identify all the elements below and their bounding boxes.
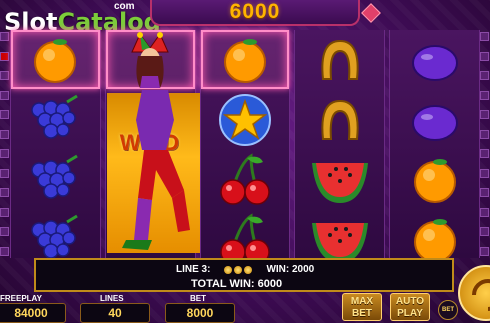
top-win-banner: 6000 bbox=[150, 0, 360, 26]
payline-tick bbox=[480, 71, 489, 81]
payline-tick bbox=[480, 149, 489, 159]
top-win-value: 6000 bbox=[229, 0, 281, 23]
payline-tick bbox=[480, 110, 489, 120]
payline-tick bbox=[480, 51, 489, 61]
auto-play-label-bottom: PLAY bbox=[397, 308, 423, 319]
left-payline-indicators bbox=[0, 32, 10, 256]
payline-tick bbox=[0, 227, 9, 237]
reel-cell-horseshoe bbox=[295, 30, 384, 89]
reel-cell-orange-highlighted bbox=[200, 30, 290, 89]
reel-cell-cherries bbox=[201, 150, 290, 209]
jester-figure-icon bbox=[121, 90, 190, 250]
reel-cell-plum bbox=[390, 90, 479, 149]
lines-selector[interactable]: 40 bbox=[80, 303, 150, 323]
reel-3 bbox=[199, 30, 291, 265]
line-win-amount: WIN: 2000 bbox=[266, 264, 315, 275]
payline-tick bbox=[0, 129, 9, 139]
line-win-row: LINE 3: WIN: 2000 bbox=[176, 264, 314, 275]
max-bet-label-bottom: BET bbox=[352, 308, 372, 319]
reel-cell-grapes bbox=[11, 150, 100, 209]
payline-tick bbox=[0, 246, 9, 256]
grapes-icon bbox=[31, 94, 79, 139]
coin-icon bbox=[244, 265, 253, 274]
payline-tick bbox=[480, 227, 489, 237]
horseshoe-icon bbox=[321, 39, 359, 80]
payline-tick bbox=[480, 188, 489, 198]
reel-cell-orange-highlighted bbox=[11, 30, 100, 89]
reel-area: WILD bbox=[10, 30, 480, 265]
grapes-icon bbox=[31, 154, 79, 199]
max-bet-label-top: MAX bbox=[350, 296, 374, 307]
bet-circle-button[interactable]: BET bbox=[438, 300, 458, 320]
line-label: LINE 3: bbox=[176, 264, 211, 275]
auto-play-label-top: AUTO bbox=[395, 296, 425, 307]
payline-tick bbox=[480, 207, 489, 217]
payline-tick bbox=[480, 129, 489, 139]
reel-cell-watermelon bbox=[295, 150, 384, 209]
cherries-icon bbox=[220, 152, 270, 205]
orange-icon bbox=[413, 158, 456, 203]
spin-arrow-icon bbox=[472, 279, 490, 311]
coin-icon bbox=[224, 265, 233, 274]
payline-tick-active bbox=[0, 51, 9, 61]
payline-tick bbox=[0, 32, 9, 41]
payline-tick bbox=[0, 188, 9, 198]
coin-icon bbox=[234, 265, 243, 274]
payline-tick bbox=[480, 168, 489, 178]
reel-4 bbox=[294, 30, 386, 263]
coin-icons bbox=[224, 265, 253, 274]
plum-icon bbox=[411, 44, 458, 81]
freeplay-balance: 84000 bbox=[0, 303, 66, 323]
payline-tick bbox=[0, 71, 9, 81]
watermelon-icon bbox=[311, 162, 368, 203]
total-win: TOTAL WIN: 6000 bbox=[191, 278, 283, 290]
auto-play-button[interactable]: AUTO PLAY bbox=[390, 293, 430, 321]
orange-icon bbox=[34, 38, 77, 83]
reel-cell-plum bbox=[390, 30, 479, 89]
lines-label: LINES bbox=[100, 294, 124, 303]
reel-5 bbox=[389, 30, 480, 263]
bet-label: BET bbox=[190, 294, 206, 303]
reel-cell-orange bbox=[390, 150, 479, 209]
max-bet-button[interactable]: MAX BET bbox=[342, 293, 382, 321]
payline-tick bbox=[480, 32, 489, 41]
star-icon bbox=[218, 93, 271, 146]
reel-cell-jester-highlighted bbox=[105, 30, 195, 89]
payline-tick bbox=[0, 90, 9, 100]
freeplay-label: FREEPLAY bbox=[0, 294, 42, 303]
payline-tick bbox=[480, 90, 489, 100]
payline-tick bbox=[480, 246, 489, 256]
reel-cell-star bbox=[201, 90, 290, 149]
watermelon-icon bbox=[311, 222, 368, 263]
logo-com-text: com bbox=[114, 1, 135, 12]
orange-icon bbox=[413, 218, 456, 263]
payline-tick bbox=[0, 110, 9, 120]
jester-wild-icon bbox=[131, 31, 169, 88]
horseshoe-icon bbox=[321, 99, 359, 140]
reel-cell-horseshoe bbox=[295, 90, 384, 149]
win-info-panel: LINE 3: WIN: 2000 TOTAL WIN: 6000 bbox=[34, 258, 454, 292]
payline-tick bbox=[0, 168, 9, 178]
plum-icon bbox=[411, 104, 458, 141]
bet-selector[interactable]: 8000 bbox=[165, 303, 235, 323]
payline-tick bbox=[0, 207, 9, 217]
right-payline-indicators bbox=[480, 32, 490, 256]
reel-2: WILD bbox=[104, 30, 201, 258]
orange-icon bbox=[223, 38, 266, 83]
reel-1 bbox=[10, 30, 101, 259]
spin-button[interactable] bbox=[458, 265, 490, 321]
reel-cell-grapes bbox=[11, 90, 100, 149]
payline-tick bbox=[0, 149, 9, 159]
